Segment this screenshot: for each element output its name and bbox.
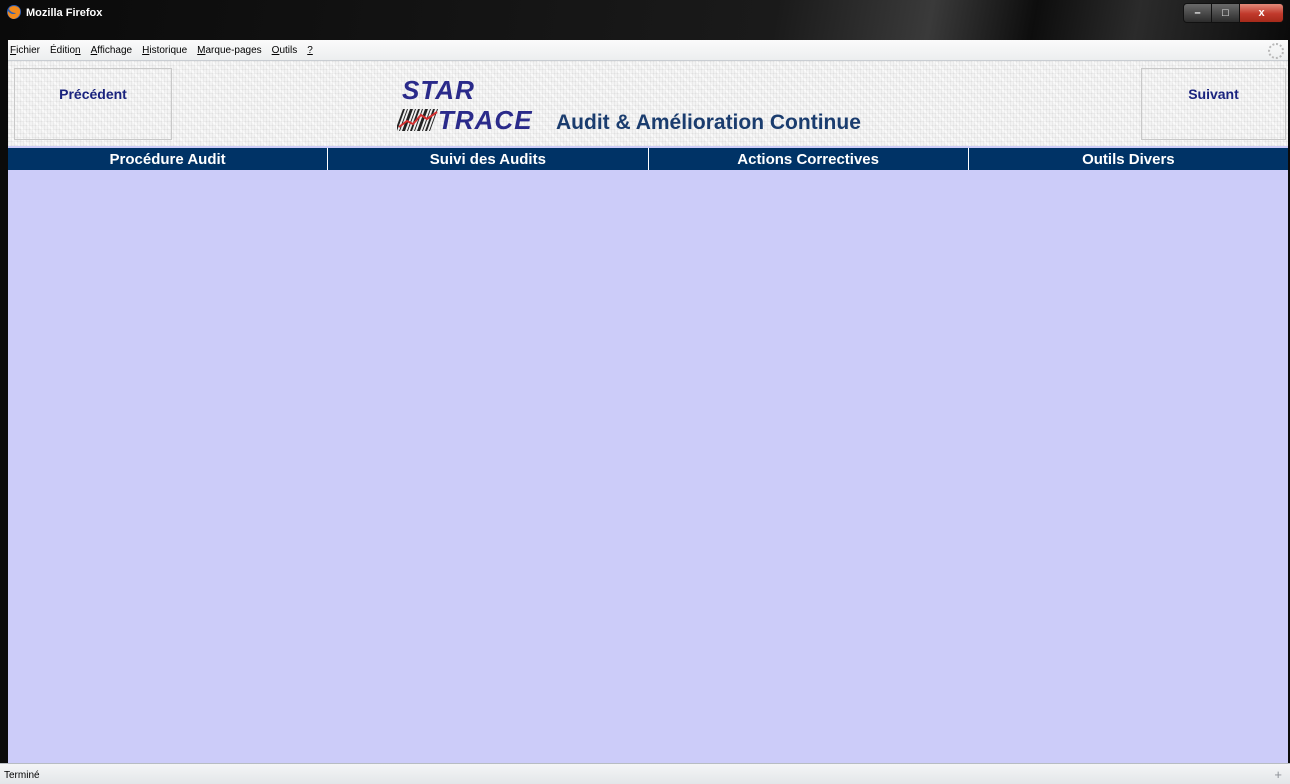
maximize-icon: □ (1222, 7, 1229, 19)
menu-help-accel: ? (307, 44, 313, 56)
minimize-button[interactable]: – (1184, 4, 1212, 22)
next-label: Suivant (1188, 86, 1239, 102)
menu-outils[interactable]: Outils (267, 45, 303, 56)
tab-outils-divers[interactable]: Outils Divers (969, 148, 1288, 170)
window-controls: – □ x (1183, 3, 1284, 23)
resize-grip-icon[interactable]: + (1274, 767, 1282, 782)
next-link[interactable]: Suivant (1141, 68, 1286, 140)
status-bar: Terminé + (0, 763, 1290, 784)
logo-star-text: STAR (402, 75, 475, 105)
logo-barcode-icon (397, 109, 438, 131)
window-frame-left (0, 40, 8, 763)
menu-affichage-label: ffichage (97, 44, 133, 56)
menu-historique[interactable]: Historique (137, 45, 192, 56)
header-banner: Précédent STAR TRACE Audit & Amélioratio… (8, 61, 1288, 146)
tab-actions-correctives[interactable]: Actions Correctives (649, 148, 969, 170)
main-nav-tabs: Procédure Audit Suivi des Audits Actions… (8, 148, 1288, 170)
previous-link[interactable]: Précédent (14, 68, 172, 140)
close-button[interactable]: x (1240, 4, 1283, 22)
menu-edition-label: Éditio (50, 44, 76, 56)
menu-fichier-label: ichier (16, 44, 41, 56)
menu-bar: Fichier Édition Affichage Historique Mar… (8, 40, 1288, 61)
menu-affichage[interactable]: Affichage (86, 45, 138, 56)
window-title: Mozilla Firefox (26, 7, 103, 19)
menu-edition[interactable]: Édition (45, 45, 86, 56)
close-icon: x (1258, 7, 1265, 19)
page-content: Précédent STAR TRACE Audit & Amélioratio… (8, 61, 1288, 763)
menu-historique-label: istorique (149, 44, 188, 56)
tab-suivi-des-audits[interactable]: Suivi des Audits (328, 148, 649, 170)
minimize-icon: – (1194, 7, 1201, 19)
firefox-icon (7, 5, 21, 19)
page-title: Audit & Amélioration Continue (556, 111, 861, 134)
menu-edition-accel: n (75, 44, 81, 56)
menu-marque-pages-accel: M (197, 44, 206, 56)
previous-label: Précédent (59, 86, 127, 102)
title-bar: Mozilla Firefox – □ x (0, 0, 1290, 40)
menu-marque-pages[interactable]: Marque-pages (192, 45, 267, 56)
menu-help[interactable]: ? (302, 45, 318, 56)
maximize-button[interactable]: □ (1212, 4, 1240, 22)
logo-trace-text: TRACE (438, 105, 533, 135)
status-text: Terminé (4, 770, 40, 781)
menu-fichier[interactable]: Fichier (8, 45, 45, 56)
menu-marque-pages-label: arque-pages (205, 44, 262, 56)
menu-outils-label: utils (279, 44, 298, 56)
tab-procedure-audit[interactable]: Procédure Audit (8, 148, 329, 170)
throbber-icon (1268, 43, 1284, 59)
